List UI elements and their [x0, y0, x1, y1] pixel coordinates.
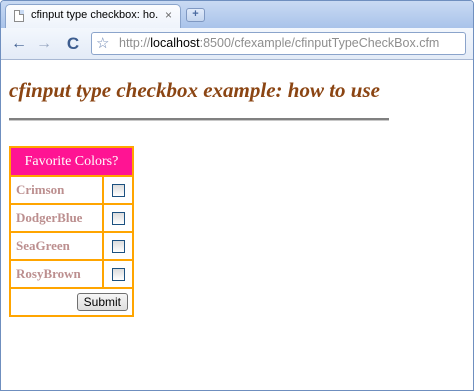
tab-strip: cfinput type checkbox: ho... × + — [1, 1, 473, 28]
color-label-crimson: Crimson — [9, 175, 104, 205]
page-content: cfinput type checkbox example: how to us… — [1, 60, 473, 390]
table-header: Favorite Colors? — [9, 146, 134, 177]
browser-window: cfinput type checkbox: ho... × + ← → C ☆… — [0, 0, 474, 391]
table-row: DodgerBlue — [9, 203, 134, 233]
horizontal-rule — [9, 118, 389, 121]
color-label-rosybrown: RosyBrown — [9, 259, 104, 289]
url-path: :8500/cfexample/cfinputTypeCheckBox.cfm — [199, 36, 440, 50]
checkbox-dodgerblue[interactable] — [111, 211, 125, 225]
browser-toolbar: ← → C ☆ http://localhost:8500/cfexample/… — [1, 28, 473, 60]
page-title: cfinput type checkbox example: how to us… — [9, 78, 380, 102]
table-row: RosyBrown — [9, 259, 134, 289]
checkbox-rosybrown[interactable] — [111, 267, 125, 281]
color-label-dodgerblue: DodgerBlue — [9, 203, 104, 233]
submit-button[interactable]: Submit — [76, 293, 128, 311]
url-text: http://localhost:8500/cfexample/cfinputT… — [119, 36, 439, 50]
new-tab-button[interactable]: + — [186, 8, 205, 22]
url-host: localhost — [150, 36, 200, 50]
page-icon — [14, 10, 24, 22]
submit-cell: Submit — [9, 287, 134, 317]
colors-form-table: Favorite Colors? Crimson DodgerBlue SeaG… — [9, 146, 134, 317]
url-prefix: http:// — [119, 36, 151, 50]
star-icon[interactable]: ☆ — [96, 34, 109, 52]
tab-title: cfinput type checkbox: ho... — [31, 9, 159, 21]
address-bar[interactable]: ☆ http://localhost:8500/cfexample/cfinpu… — [91, 32, 466, 55]
back-arrow-icon[interactable]: ← — [9, 34, 29, 54]
table-row: Crimson — [9, 175, 134, 205]
checkbox-crimson[interactable] — [111, 183, 125, 197]
reload-icon[interactable]: C — [63, 34, 83, 54]
browser-tab[interactable]: cfinput type checkbox: ho... × — [5, 4, 181, 28]
table-row: SeaGreen — [9, 231, 134, 261]
checkbox-seagreen[interactable] — [111, 239, 125, 253]
color-label-seagreen: SeaGreen — [9, 231, 104, 261]
forward-arrow-icon[interactable]: → — [34, 34, 54, 54]
close-icon[interactable]: × — [165, 8, 172, 22]
